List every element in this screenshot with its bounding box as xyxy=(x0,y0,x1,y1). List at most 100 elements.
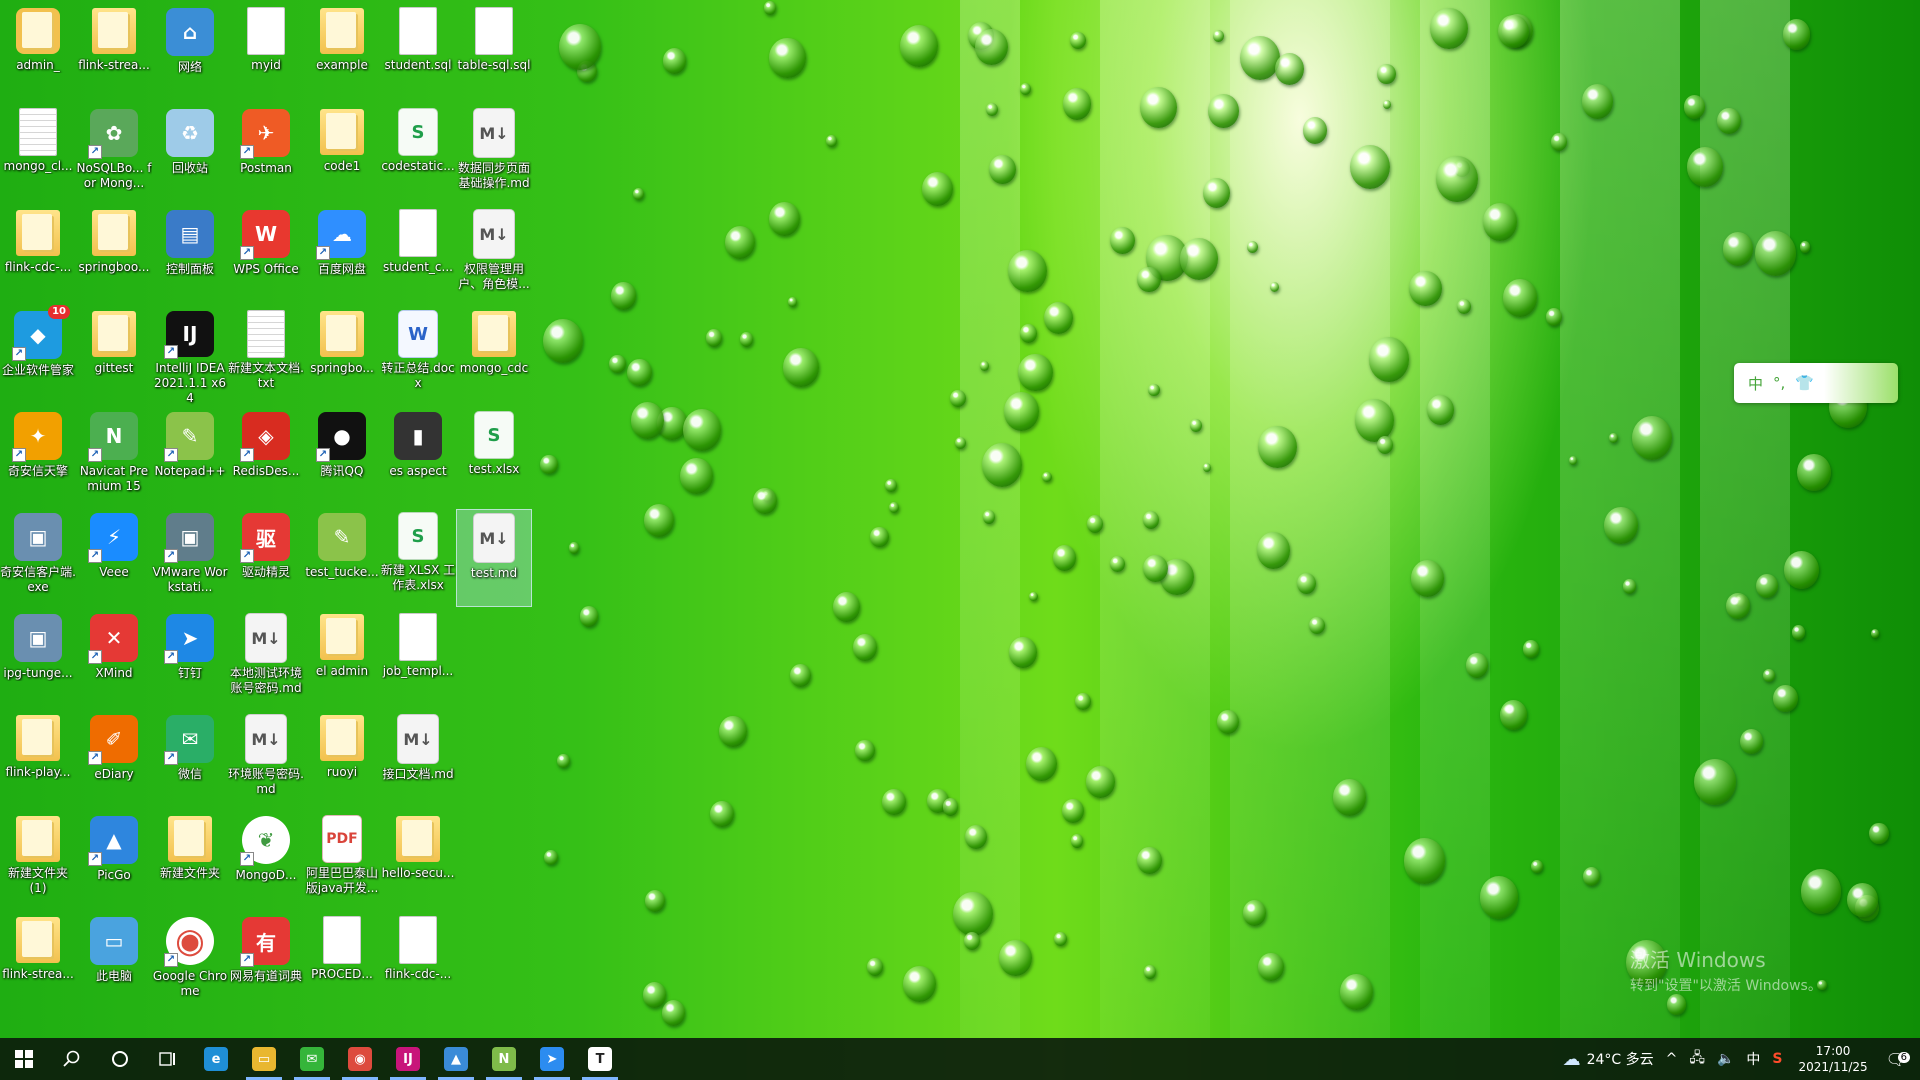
desktop-icon[interactable]: gittest xyxy=(76,307,152,405)
dingtalk-icon[interactable]: ➤ xyxy=(528,1038,576,1080)
desktop-icon[interactable]: ❦ MongoD... xyxy=(228,812,304,910)
search-icon[interactable] xyxy=(48,1038,96,1080)
intellij-icon[interactable]: IJ xyxy=(384,1038,432,1080)
desktop-icon[interactable]: flink-strea... xyxy=(0,913,76,1011)
desktop-icon-label: mongo_cl... xyxy=(3,159,73,173)
desktop-icon[interactable]: M↓ test.md xyxy=(456,509,532,607)
desktop-icon[interactable]: flink-play... xyxy=(0,711,76,809)
file-explorer-icon[interactable]: ▭ xyxy=(240,1038,288,1080)
chrome-icon[interactable]: ◉ xyxy=(336,1038,384,1080)
desktop-icon[interactable]: student_c... xyxy=(380,206,456,304)
ime-lang-toggle[interactable]: 中 xyxy=(1748,373,1763,394)
desktop-icon[interactable]: NNavicat Premium 15 xyxy=(76,408,152,506)
redis-icon: ◈ xyxy=(240,412,290,462)
desktop-icon[interactable]: mongo_cl... xyxy=(0,105,76,203)
desktop-icon[interactable]: ▣VMware Workstati... xyxy=(152,509,228,607)
picgo-icon[interactable]: ▲ xyxy=(432,1038,480,1080)
desktop-icon[interactable]: job_templ... xyxy=(380,610,456,708)
folder-icon xyxy=(16,917,60,963)
desktop-icon[interactable]: M↓ 接口文档.md xyxy=(380,711,456,809)
desktop-icon[interactable]: ▣ 奇安信客户端.exe xyxy=(0,509,76,607)
desktop-icon[interactable]: ▲ PicGo xyxy=(76,812,152,910)
water-drop xyxy=(1498,14,1529,49)
wechat-icon[interactable]: ✉ xyxy=(288,1038,336,1080)
desktop-icon[interactable]: W 转正总结.docx xyxy=(380,307,456,405)
windows-start-icon[interactable] xyxy=(0,1038,48,1080)
desktop-icon[interactable]: ✎ test_tucke... xyxy=(304,509,380,607)
desktop-icon[interactable]: ✈ Postman xyxy=(228,105,304,203)
desktop-icon[interactable]: ✿NoSQLBo... for Mong... xyxy=(76,105,152,203)
desktop-icon[interactable]: ▣ ipg-tunge... xyxy=(0,610,76,708)
desktop-icon[interactable]: example xyxy=(304,4,380,102)
desktop-icon[interactable]: ◈ RedisDes... xyxy=(228,408,304,506)
desktop-icon[interactable]: ▮ es aspect xyxy=(380,408,456,506)
desktop-icon[interactable]: ▤ 控制面板 xyxy=(152,206,228,304)
desktop-icon[interactable]: Scodestatic... xyxy=(380,105,456,203)
desktop-icon[interactable]: springboo... xyxy=(76,206,152,304)
typora-icon[interactable]: T xyxy=(576,1038,624,1080)
desktop-icon[interactable]: 新建文件夹 xyxy=(152,812,228,910)
ime-indicator[interactable]: 中 xyxy=(1740,1049,1766,1069)
water-drop xyxy=(832,592,861,623)
notepadpp-icon[interactable]: N xyxy=(480,1038,528,1080)
desktop-icon[interactable]: el admin xyxy=(304,610,380,708)
desktop-icon[interactable]: ✐ eDiary xyxy=(76,711,152,809)
desktop-icon[interactable]: ruoyi xyxy=(304,711,380,809)
desktop-icon[interactable]: Stest.xlsx xyxy=(456,408,532,506)
chevron-up-icon[interactable]: ^ xyxy=(1660,1051,1684,1067)
desktop-icon[interactable]: 新建文件夹(1) xyxy=(0,812,76,910)
desktop-icon[interactable]: 驱驱动精灵 xyxy=(228,509,304,607)
desktop-icon[interactable]: ◆10 企业软件管家 xyxy=(0,305,76,405)
desktop-icon[interactable]: ✎ Notepad++ xyxy=(152,408,228,506)
desktop-icon[interactable]: IJIntelliJ IDEA 2021.1.1 x64 xyxy=(152,307,228,405)
desktop-icon[interactable]: springbo... xyxy=(304,307,380,405)
desktop-icon[interactable]: hello-secu... xyxy=(380,812,456,910)
youdao-icon: 有 xyxy=(240,917,290,967)
desktop-icon[interactable]: ♻ 回收站 xyxy=(152,105,228,203)
desktop-icon[interactable]: ☁ 百度网盘 xyxy=(304,206,380,304)
desktop-icon[interactable]: student.sql xyxy=(380,4,456,102)
shirt-icon[interactable]: 👕 xyxy=(1795,374,1814,392)
desktop-icon[interactable]: M↓ 数据同步页面基础操作.md xyxy=(456,105,532,203)
sogou-ime-icon[interactable]: S xyxy=(1766,1051,1788,1067)
clock[interactable]: 17:00 2021/11/25 xyxy=(1789,1043,1878,1075)
edge-icon[interactable]: e xyxy=(192,1038,240,1080)
desktop-icon[interactable]: flink-cdc-... xyxy=(380,913,456,1011)
weather-widget[interactable]: ☁ 24°C 多云 xyxy=(1557,1049,1660,1070)
volume-icon[interactable]: 🔈 xyxy=(1711,1051,1740,1067)
desktop-icon[interactable]: 有网易有道词典 xyxy=(228,913,304,1011)
desktop-icon[interactable]: code1 xyxy=(304,105,380,203)
desktop-icon[interactable]: ✕ XMind xyxy=(76,610,152,708)
ime-toolbar[interactable]: 中 °, 👕 xyxy=(1734,363,1898,403)
desktop-icon[interactable]: W WPS Office xyxy=(228,206,304,304)
desktop-icon[interactable]: table-sql.sql xyxy=(456,4,532,102)
desktop-icon[interactable]: ✉ 微信 xyxy=(152,711,228,809)
desktop-icon[interactable]: myid xyxy=(228,4,304,102)
desktop-icon[interactable]: flink-cdc-... xyxy=(0,206,76,304)
desktop-icon[interactable]: flink-strea... xyxy=(76,4,152,102)
desktop-icon[interactable]: PROCED... xyxy=(304,913,380,1011)
desktop-icon[interactable]: ⌂ 网络 xyxy=(152,4,228,102)
cortana-icon[interactable] xyxy=(96,1038,144,1080)
desktop-icon[interactable]: ⚡ Veee xyxy=(76,509,152,607)
desktop-icon[interactable]: ▭ 此电脑 xyxy=(76,913,152,1011)
task-view-icon[interactable] xyxy=(144,1038,192,1080)
desktop-icon[interactable]: mongo_cdc xyxy=(456,307,532,405)
desktop-icon[interactable]: admin_ xyxy=(0,4,76,102)
notification-center[interactable]: 🗨 6 xyxy=(1878,1050,1920,1069)
desktop-icon[interactable]: ➤ 钉钉 xyxy=(152,610,228,708)
desktop-icon[interactable]: ◉Google Chrome xyxy=(152,913,228,1011)
desktop-icon[interactable]: S 新建 XLSX 工作表.xlsx xyxy=(380,509,456,607)
dingtalk-icon: ➤ xyxy=(164,614,214,664)
desktop-icon[interactable]: ✦ 奇安信天擎 xyxy=(0,408,76,506)
ime-punct-toggle[interactable]: °, xyxy=(1773,374,1785,392)
desktop-icon[interactable]: M↓ 环境账号密码.md xyxy=(228,711,304,809)
desktop-icon[interactable]: 新建文本文档.txt xyxy=(228,307,304,405)
taskbar: e ▭ ✉ ◉ IJ ▲ N ➤ T ☁ 24°C 多云 ^ 🖧 🔈 中 S 17:00 202… xyxy=(0,1038,1920,1080)
desktop-icon[interactable]: PDF 阿里巴巴泰山版java开发... xyxy=(304,812,380,910)
desktop-icon[interactable]: M↓ 本地测试环境账号密码.md xyxy=(228,610,304,708)
desktop-icon[interactable]: ● 腾讯QQ xyxy=(304,408,380,506)
desktop-icon[interactable]: M↓ 权限管理用户、角色模... xyxy=(456,206,532,304)
water-drop xyxy=(1202,177,1230,208)
network-icon[interactable]: 🖧 xyxy=(1683,1047,1711,1071)
